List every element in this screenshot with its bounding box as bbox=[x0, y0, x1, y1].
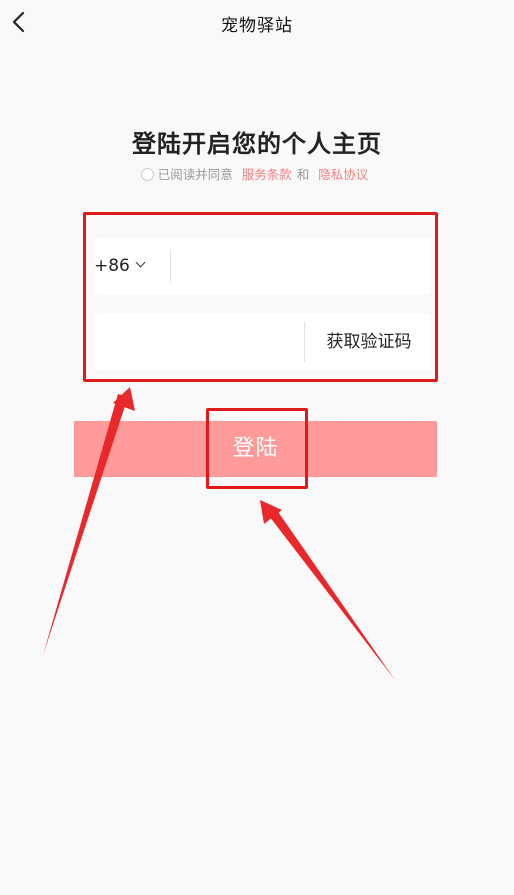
phone-divider bbox=[170, 250, 171, 282]
login-form: +86 获取验证码 bbox=[94, 238, 430, 370]
login-button[interactable]: 登陆 bbox=[74, 421, 437, 477]
nav-bar: 宠物驿站 bbox=[0, 0, 514, 46]
code-divider bbox=[304, 322, 305, 362]
phone-row: +86 bbox=[94, 238, 430, 294]
code-row: 获取验证码 bbox=[94, 314, 430, 370]
privacy-link[interactable]: 隐私协议 bbox=[318, 167, 368, 182]
country-code-value: +86 bbox=[94, 256, 130, 276]
page-title: 宠物驿站 bbox=[221, 16, 293, 36]
arrow-to-login bbox=[260, 500, 395, 680]
chevron-down-icon bbox=[135, 257, 146, 268]
country-code-select[interactable]: +86 bbox=[94, 238, 170, 294]
agree-prefix-text: 已阅读并同意 bbox=[157, 167, 233, 182]
login-headline: 登陆开启您的个人主页 bbox=[132, 130, 382, 158]
agree-conjunction-text: 和 bbox=[296, 167, 310, 182]
get-code-button[interactable]: 获取验证码 bbox=[308, 314, 430, 370]
phone-input[interactable] bbox=[176, 238, 426, 294]
agreement-row: 已阅读并同意 服务条款和 隐私协议 bbox=[0, 164, 514, 183]
verification-code-input[interactable] bbox=[94, 314, 302, 370]
agree-radio[interactable] bbox=[140, 168, 154, 181]
terms-link[interactable]: 服务条款 bbox=[242, 167, 292, 182]
